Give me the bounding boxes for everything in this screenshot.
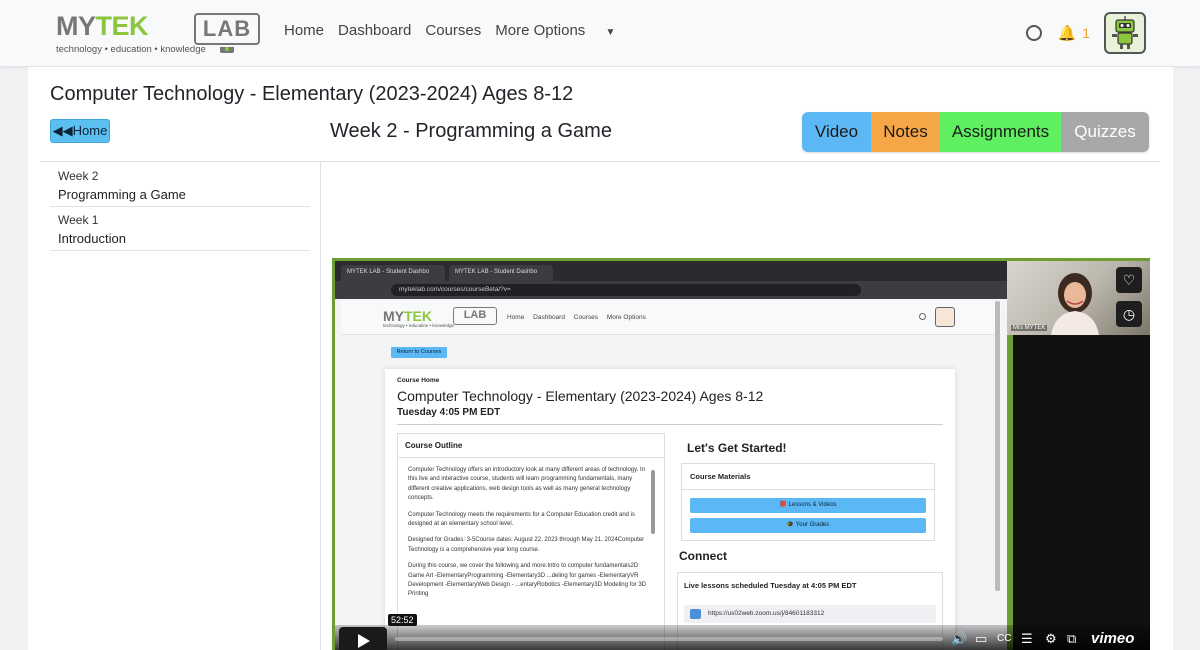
caret-down-icon: ▼	[605, 27, 616, 38]
external-link-icon	[690, 609, 701, 619]
week-title: Week 2 - Programming a Game	[330, 120, 612, 142]
browser-address-bar: myteklab.com/courses/courseBeta/?v=	[335, 281, 1007, 299]
top-navbar: MYTEK LAB technology • education • knowl…	[0, 0, 1200, 67]
nav-dashboard-link[interactable]: Dashboard	[338, 22, 411, 39]
nav-courses-link[interactable]: Courses	[425, 22, 481, 39]
recorded-breadcrumb: Course Home	[397, 377, 440, 384]
user-avatar[interactable]	[1104, 12, 1146, 54]
home-button[interactable]: ◀◀Home	[50, 119, 110, 143]
player-controls: 52:52 🔊 ▭ CC ☰ ⚙ ⧉ vimeo	[335, 614, 1150, 650]
tab-video[interactable]: Video	[802, 112, 871, 152]
webcam-label: Mrs MYTEK	[1011, 325, 1048, 331]
bell-icon[interactable]: 🔔	[1058, 24, 1077, 42]
browser-tab-strip: MYTEK LAB - Student Dashbo MYTEK LAB - S…	[335, 261, 1007, 281]
content-tabs: Video Notes Assignments Quizzes	[802, 112, 1149, 152]
logo-wordmark: MYTEK	[56, 11, 148, 41]
recorded-logo-tagline: technology • education • knowledge	[383, 323, 454, 328]
recorded-course-time: Tuesday 4:05 PM EDT	[397, 407, 501, 418]
settings-gear-icon[interactable]: ⚙	[1045, 630, 1057, 648]
tab-assignments[interactable]: Assignments	[940, 112, 1061, 152]
recorded-course-title: Computer Technology - Elementary (2023-2…	[397, 388, 764, 404]
play-icon	[358, 634, 370, 648]
recorded-nav-links: Home Dashboard Courses More Options	[507, 314, 646, 321]
video-frame-stripe	[1007, 335, 1013, 650]
nav-links: Home Dashboard Courses More Options ▼	[284, 22, 643, 39]
logo-monitor-dot	[225, 47, 229, 51]
notification-count[interactable]: 1	[1082, 25, 1090, 41]
recorded-course-outline: Course Outline Computer Technology offer…	[397, 433, 665, 650]
recorded-sun-icon	[919, 313, 926, 320]
browser-tab: MYTEK LAB - Student Dashbo	[341, 265, 445, 281]
nav-right-controls: 🔔 1	[1025, 12, 1146, 54]
browser-url: myteklab.com/courses/courseBeta/?v=	[391, 284, 861, 296]
timestamp: 52:52	[388, 614, 417, 626]
vimeo-video-player[interactable]: MYTEK LAB - Student Dashbo MYTEK LAB - S…	[332, 258, 1150, 650]
recorded-course-materials: Course Materials 📕 Lessons & Videos 🎓 Yo…	[681, 463, 935, 541]
robot-avatar-icon	[1112, 16, 1138, 49]
captions-icon[interactable]: CC	[997, 630, 1011, 648]
watch-later-clock-icon[interactable]: ◷	[1116, 301, 1142, 327]
like-heart-icon[interactable]: ♡	[1116, 267, 1142, 293]
lets-get-started-heading: Let's Get Started!	[687, 441, 787, 455]
sidebar-item-week-1[interactable]: Week 1 Introduction	[50, 207, 310, 251]
sidebar-item-week-2[interactable]: Week 2 Programming a Game	[50, 163, 310, 207]
week-sidebar: Week 2 Programming a Game Week 1 Introdu…	[50, 163, 310, 251]
instructor-figure	[1051, 273, 1099, 335]
mytek-lab-logo[interactable]: MYTEK LAB technology • education • knowl…	[56, 11, 262, 55]
nav-more-options-dropdown[interactable]: More Options ▼	[495, 22, 629, 39]
course-content-card: Computer Technology - Elementary (2023-2…	[28, 67, 1173, 650]
recorded-page-scrollbar	[995, 301, 1000, 591]
header-divider	[40, 161, 1160, 162]
recorded-course-card: Course Home Computer Technology - Elemen…	[385, 369, 955, 650]
progress-bar[interactable]	[395, 637, 943, 641]
course-title: Computer Technology - Elementary (2023-2…	[50, 83, 574, 105]
recorded-avatar	[935, 307, 955, 327]
recorded-lessons-button: 📕 Lessons & Videos	[690, 498, 926, 513]
recorded-return-button: Return to Courses	[391, 347, 447, 358]
connect-heading: Connect	[679, 549, 727, 563]
tab-quizzes[interactable]: Quizzes	[1061, 112, 1149, 152]
transcript-icon[interactable]: ☰	[1021, 630, 1033, 648]
browser-tab: MYTEK LAB - Student Dashbo	[449, 265, 553, 281]
recorded-logo: MYTEK	[383, 308, 432, 324]
recorded-navbar: MYTEK LAB technology • education • knowl…	[341, 301, 1001, 335]
outline-title: Course Outline	[398, 434, 664, 458]
volume-icon[interactable]: 🔊	[951, 630, 967, 648]
vimeo-logo[interactable]: vimeo	[1091, 630, 1134, 647]
nav-home-link[interactable]: Home	[284, 22, 324, 39]
live-lessons-text: Live lessons scheduled Tuesday at 4:05 P…	[684, 581, 857, 590]
zoom-link: https://us02web.zoom.us/j/84601183312	[684, 605, 936, 623]
video-frame-screen-recording: MYTEK LAB - Student Dashbo MYTEK LAB - S…	[335, 261, 1007, 650]
recorded-divider	[397, 424, 943, 425]
logo-lab-monitor: LAB	[194, 13, 260, 45]
tab-notes[interactable]: Notes	[871, 112, 940, 152]
outline-body: Computer Technology offers an introducto…	[408, 467, 646, 598]
outline-scrollbar	[651, 470, 655, 534]
pip-icon[interactable]: ⧉	[1067, 630, 1076, 648]
rewind-icon: ◀◀	[52, 123, 73, 138]
recorded-grades-button: 🎓 Your Grades	[690, 518, 926, 533]
sidebar-divider	[320, 162, 321, 650]
recorded-logo-lab: LAB	[453, 307, 497, 325]
theme-toggle-sun-icon[interactable]	[1025, 25, 1042, 41]
play-button[interactable]	[339, 627, 387, 650]
cast-icon[interactable]: ▭	[975, 630, 987, 648]
logo-tagline: technology • education • knowledge	[56, 44, 206, 55]
